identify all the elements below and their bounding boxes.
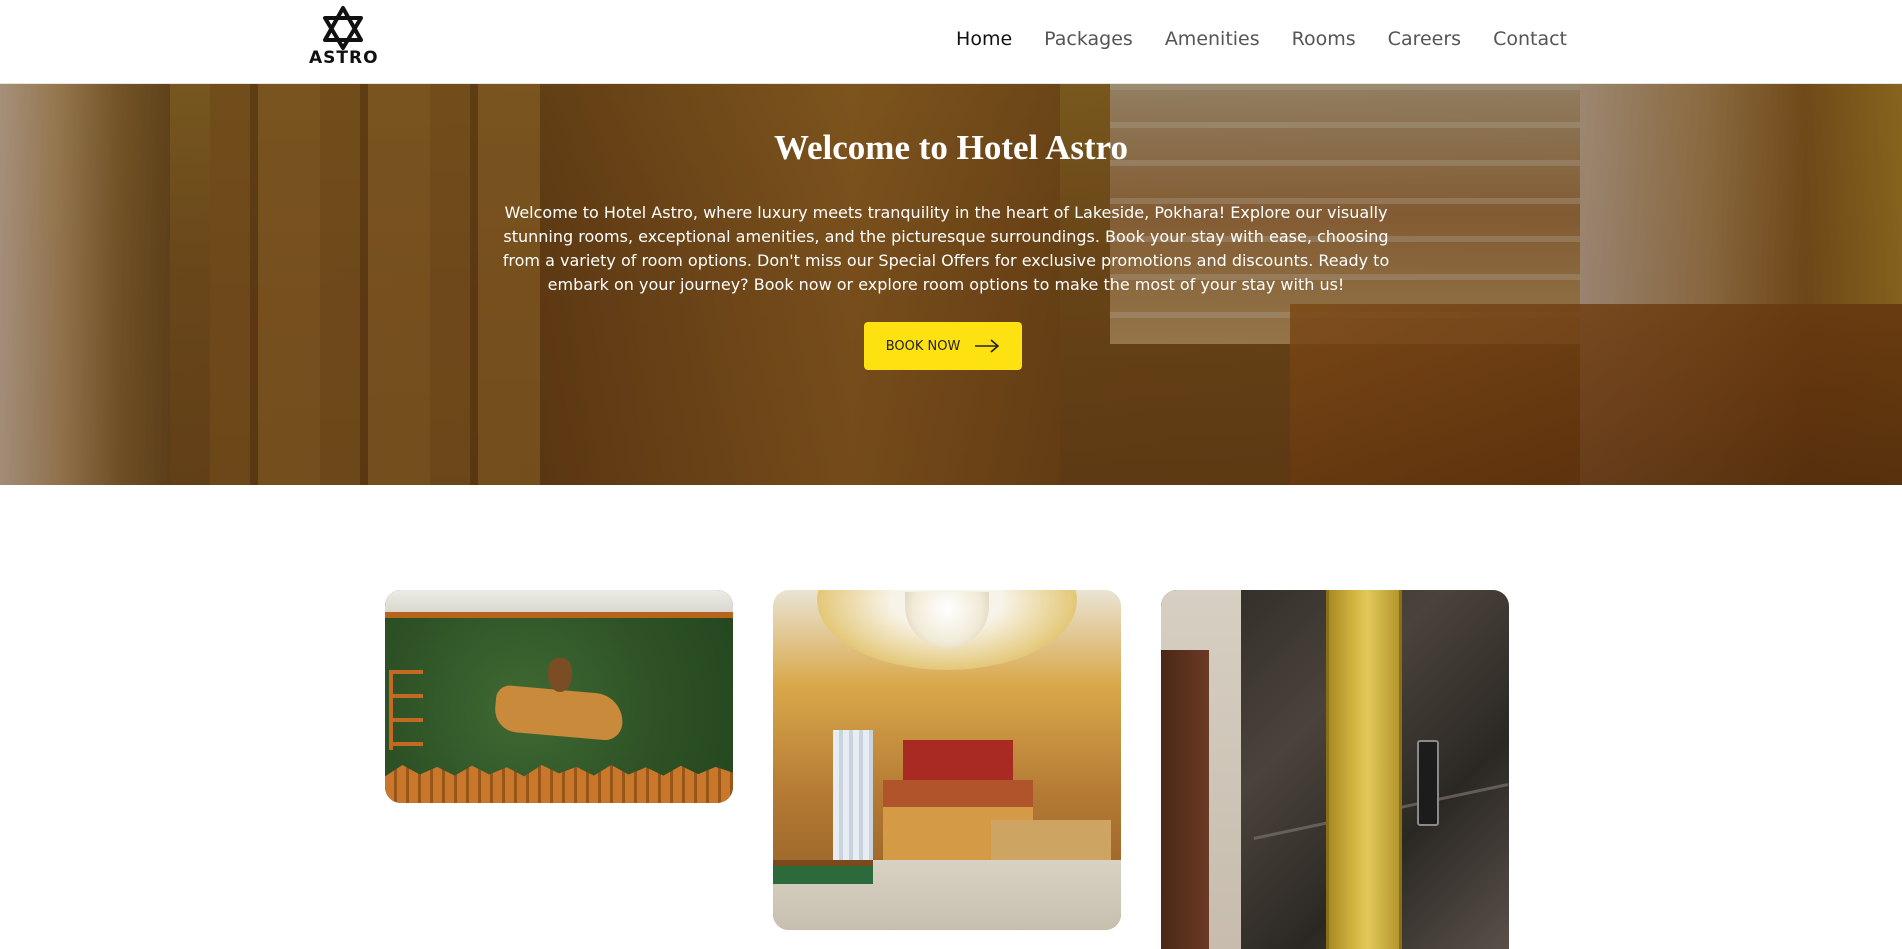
- hero-title: Welcome to Hotel Astro: [773, 128, 1129, 167]
- nav-rooms[interactable]: Rooms: [1292, 28, 1356, 50]
- elevator-photo: [1161, 590, 1509, 949]
- elevator-call-panel: [1417, 740, 1439, 826]
- wooden-door: [1161, 650, 1209, 949]
- reception-wall-photo: [385, 590, 733, 803]
- elevator-door: [1326, 590, 1402, 949]
- hero-section: Welcome to Hotel Astro Welcome to Hotel …: [0, 84, 1902, 485]
- astro-star-logo-icon: [323, 6, 363, 50]
- main-nav: Home Packages Amenities Rooms Careers Co…: [956, 28, 1567, 50]
- nav-amenities[interactable]: Amenities: [1165, 28, 1260, 50]
- nav-careers[interactable]: Careers: [1388, 28, 1461, 50]
- lobby-photo: [773, 590, 1121, 930]
- deer-head-ornament: [548, 658, 572, 692]
- site-logo[interactable]: ASTRO: [309, 6, 379, 76]
- lobby-curtain: [833, 730, 873, 880]
- logo-text: ASTRO: [309, 48, 379, 68]
- ceiling: [385, 590, 733, 612]
- site-header: ASTRO Home Packages Amenities Rooms Care…: [0, 0, 1902, 84]
- hero-description: Welcome to Hotel Astro, where luxury mee…: [502, 203, 1390, 294]
- nav-home[interactable]: Home: [956, 28, 1012, 50]
- lobby-bench: [773, 860, 873, 884]
- arrow-right-icon: [975, 339, 1000, 353]
- nav-contact[interactable]: Contact: [1493, 28, 1567, 50]
- nav-packages[interactable]: Packages: [1044, 28, 1133, 50]
- hero-content: Welcome to Hotel Astro Welcome to Hotel …: [0, 84, 1902, 485]
- wood-trim: [385, 612, 733, 618]
- book-now-label: BOOK NOW: [885, 338, 961, 354]
- wall-rail: [389, 670, 423, 750]
- book-now-button[interactable]: BOOK NOW: [864, 322, 1022, 370]
